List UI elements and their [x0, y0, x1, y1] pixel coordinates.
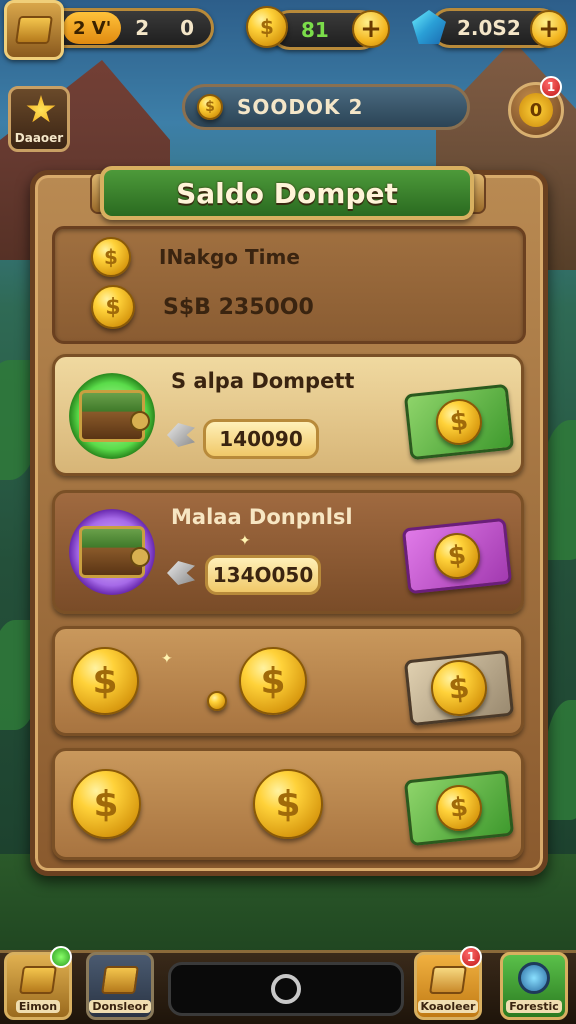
sparkle-icon: ✦ — [161, 651, 173, 667]
card-title: S alpa Dompett — [171, 369, 355, 393]
card-value: 134O050 — [212, 563, 314, 587]
cash-stack-icon: $ — [401, 517, 513, 595]
coin-stack-icon: $ — [246, 6, 288, 48]
rocket-icon — [167, 423, 195, 447]
card-value-pill: 134O050 — [205, 555, 321, 595]
currency-display-text: SOODOK 2 — [237, 95, 364, 119]
card-title: Malaa Donpnlsl — [171, 505, 353, 529]
currency-display-pill: $ SOODOK 2 — [182, 84, 470, 130]
coin-reward-card[interactable]: $ $ $ — [52, 748, 524, 860]
plus-icon: + — [360, 14, 382, 44]
coin-counter-text: 81 — [301, 18, 329, 42]
wallet-card[interactable]: Malaa Donpnlsl ✦ 134O050 $ — [52, 490, 524, 614]
card-value: 140090 — [219, 427, 303, 451]
scroll-icon — [429, 966, 467, 994]
chest-ring-green — [69, 373, 155, 459]
nav-label: Forestic — [506, 1000, 562, 1013]
nav-button-forestic[interactable]: Forestic — [500, 952, 568, 1020]
globe-icon — [518, 962, 550, 994]
chest-icon — [79, 526, 150, 578]
nav-label: Eimon — [15, 1000, 61, 1013]
chest-ring-purple — [69, 509, 155, 595]
cash-stack-icon: $ — [403, 769, 515, 847]
balance-row: $ S$B 2350O0 — [91, 285, 314, 329]
time-row: $ INakgo Time — [91, 237, 300, 277]
top-resource-bar: 2 V' 2 0 81 $ + 2.0S2 + — [0, 0, 576, 60]
coin-icon: $ — [197, 94, 223, 120]
rocket-icon — [167, 561, 195, 585]
coin-icon: $ — [433, 396, 485, 448]
balance-value: S$B 2350O0 — [163, 294, 314, 320]
nav-label: Koaoleer — [417, 1000, 479, 1013]
plus-icon: + — [538, 14, 560, 44]
notification-badge: 1 — [540, 76, 562, 98]
box-icon — [15, 16, 53, 44]
star-button[interactable]: Daaoer — [8, 86, 70, 152]
nav-label: Donsleor — [89, 1000, 151, 1013]
gem-counter-text: 2.0S2 — [457, 16, 521, 40]
large-coin-icon: $ — [71, 647, 139, 715]
crate-icon — [101, 966, 139, 994]
panel-title: Saldo Dompet — [176, 176, 398, 210]
level-left-text: 2 V' — [73, 17, 112, 39]
star-icon — [26, 95, 56, 123]
add-coins-button[interactable]: + — [352, 10, 390, 48]
coin-clock-icon: $ — [91, 237, 131, 277]
level-orange-segment: 2 V' — [63, 12, 122, 44]
chest-menu-button[interactable] — [4, 0, 64, 60]
coin-icon: $ — [431, 530, 483, 582]
background-leaf — [545, 700, 576, 820]
coin-icon: $ — [433, 782, 485, 834]
level-right-text: 2 0 — [135, 16, 207, 40]
green-badge — [50, 946, 72, 968]
time-label: INakgo Time — [159, 245, 300, 269]
large-coin-icon: $ — [239, 647, 307, 715]
nav-button-donsleor[interactable]: Donsleor — [86, 952, 154, 1020]
panel-title-banner: Saldo Dompet — [100, 166, 474, 220]
wallet-card[interactable]: S alpa Dompett 140090 $ — [52, 354, 524, 476]
cash-stack-icon: $ — [403, 383, 515, 461]
coin-reward-card[interactable]: $ ✦ $ $ — [52, 626, 524, 736]
small-coin-icon — [207, 691, 227, 711]
star-button-label: Daaoer — [14, 131, 64, 145]
cash-stack-icon: $ — [403, 649, 515, 727]
large-coin-icon: $ — [71, 769, 141, 839]
large-coin-icon: $ — [253, 769, 323, 839]
coin-icon: $ — [91, 285, 135, 329]
nav-badge: 1 — [460, 946, 482, 968]
ring-icon — [271, 974, 301, 1004]
coin-icon: $ — [428, 657, 490, 719]
nav-center-slot[interactable] — [168, 962, 404, 1016]
chest-icon — [79, 390, 150, 442]
card-value-pill: 140090 — [203, 419, 319, 459]
sparkle-icon: ✦ — [239, 533, 251, 549]
add-gems-button[interactable]: + — [530, 10, 568, 48]
notification-value: 0 — [519, 93, 553, 127]
gold-bar-icon — [19, 966, 57, 994]
wallet-info-box: $ INakgo Time $ S$B 2350O0 — [52, 226, 526, 344]
